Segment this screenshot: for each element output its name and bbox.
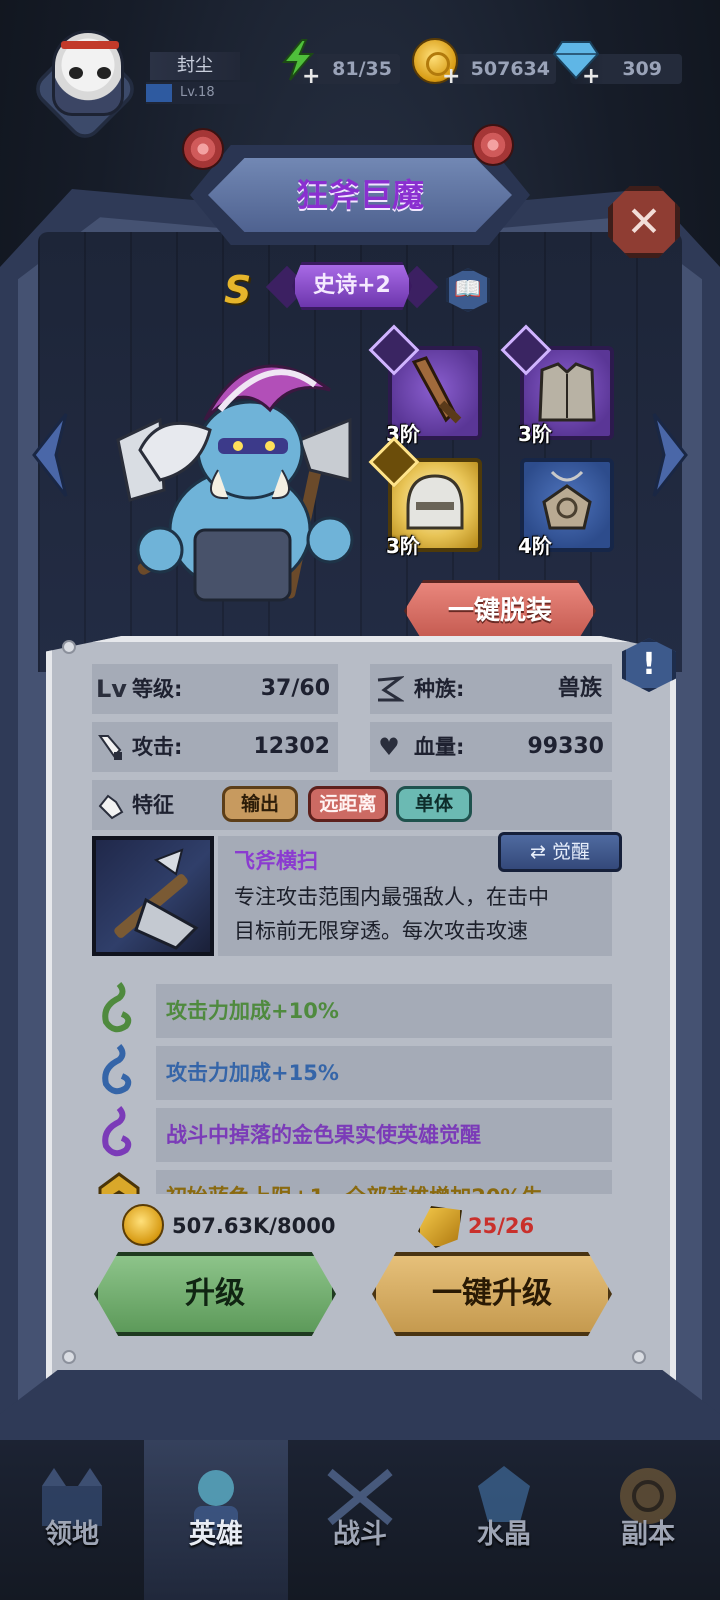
level-value: 37/60 <box>260 676 330 701</box>
rivet <box>62 640 76 654</box>
energy-value: 81/35 <box>332 58 392 80</box>
awaken-label: 觉醒 <box>551 841 590 863</box>
upgrade-button[interactable]: 升级 <box>94 1252 336 1336</box>
equip-tier-amulet: 4阶 <box>518 534 552 558</box>
bonus-text: 攻击力加成+15% <box>166 1061 339 1085</box>
gem-value: 309 <box>622 58 662 80</box>
level-label: 等级: <box>132 677 183 701</box>
traits-label: 特征 <box>132 793 174 817</box>
bonus-text: 攻击力加成+10% <box>166 999 339 1023</box>
bonus-list[interactable]: 攻击力加成+10% 攻击力加成+15% 战斗中掉落的金色果实使英雄觉醒 初始蓝色… <box>90 980 620 1194</box>
level-icon: Lv <box>96 675 127 703</box>
next-hero-arrow-icon[interactable] <box>650 410 690 500</box>
race-value: 兽族 <box>557 676 602 701</box>
prev-hero-arrow-icon[interactable] <box>30 410 70 500</box>
nav-label: 水晶 <box>477 1519 531 1550</box>
flying-axe-icon <box>114 848 199 950</box>
nav-label: 领地 <box>45 1519 99 1550</box>
skill-desc-line: 目标前无限穿透。每次攻击攻速 <box>234 919 528 943</box>
player-name: 封尘 <box>150 52 240 80</box>
player-level: Lv.18 <box>180 85 215 100</box>
trait-tag: 输出 <box>222 786 298 822</box>
unequip-all-button[interactable]: 一键脱装 <box>404 580 596 642</box>
upgrade-all-button[interactable]: 一键升级 <box>372 1252 612 1336</box>
race-icon <box>377 676 404 702</box>
nav-label: 战斗 <box>333 1519 387 1550</box>
nav-label: 英雄 <box>189 1519 243 1550</box>
hp-label: 血量: <box>414 735 465 759</box>
blue-swirl-icon <box>102 1044 132 1095</box>
top-bar: 封尘 Lv.18 + 81/35 + 507634 + 309 <box>0 0 720 146</box>
rarity-label: 史诗+2 <box>313 273 391 298</box>
attack-icon <box>98 735 122 760</box>
rose-right-icon <box>472 124 514 166</box>
gold-cost: 507.63K/8000 <box>172 1214 336 1238</box>
hero-troll-figure <box>116 364 354 602</box>
race-label: 种族: <box>414 677 465 701</box>
green-swirl-icon <box>102 982 132 1033</box>
equip-tier-helmet: 3阶 <box>386 534 420 558</box>
gold-value: 507634 <box>470 58 550 80</box>
hand-pointer-icon <box>98 794 124 820</box>
hero-name: 狂斧巨魔 <box>295 176 424 214</box>
skill-name: 飞斧横扫 <box>234 849 318 873</box>
add-energy-icon[interactable]: + <box>302 66 320 88</box>
bonus-text: 初始蓝色上限+1，全部英雄增加20%生 <box>166 1170 542 1194</box>
skill-description: 专注攻击范围内最强敌人，在击中 目标前无限穿透。每次攻击攻速 <box>234 880 606 948</box>
skill-icon[interactable] <box>92 836 214 956</box>
attack-value: 12302 <box>253 734 330 759</box>
add-gold-icon[interactable]: + <box>442 66 460 88</box>
swap-icon: ⇄ <box>530 841 552 863</box>
bonus-text: 战斗中掉落的金色果实使英雄觉醒 <box>166 1123 481 1147</box>
player-level-chip <box>146 84 172 102</box>
nav-label: 副本 <box>621 1519 675 1550</box>
heart-icon: ♥ <box>378 733 400 761</box>
rose-left-icon <box>182 128 224 170</box>
equip-tier-armor: 3阶 <box>518 422 552 446</box>
rivet <box>632 1350 646 1364</box>
gold-coin-icon <box>122 1204 164 1246</box>
add-gem-icon[interactable]: + <box>582 66 600 88</box>
trait-tag: 单体 <box>396 786 472 822</box>
purple-swirl-icon <box>102 1106 132 1157</box>
rivet <box>62 1350 76 1364</box>
ore-cost: 25/26 <box>468 1214 535 1238</box>
rank-grade: S <box>224 268 252 312</box>
avatar[interactable] <box>52 30 124 116</box>
awaken-button[interactable]: ⇄ 觉醒 <box>498 832 622 872</box>
trait-tag: 远距离 <box>308 786 388 822</box>
skill-desc-line: 专注攻击范围内最强敌人，在击中 <box>234 885 549 909</box>
attack-label: 攻击: <box>132 735 183 759</box>
gold-chevron-icon <box>98 1172 140 1194</box>
hp-value: 99330 <box>527 734 604 759</box>
